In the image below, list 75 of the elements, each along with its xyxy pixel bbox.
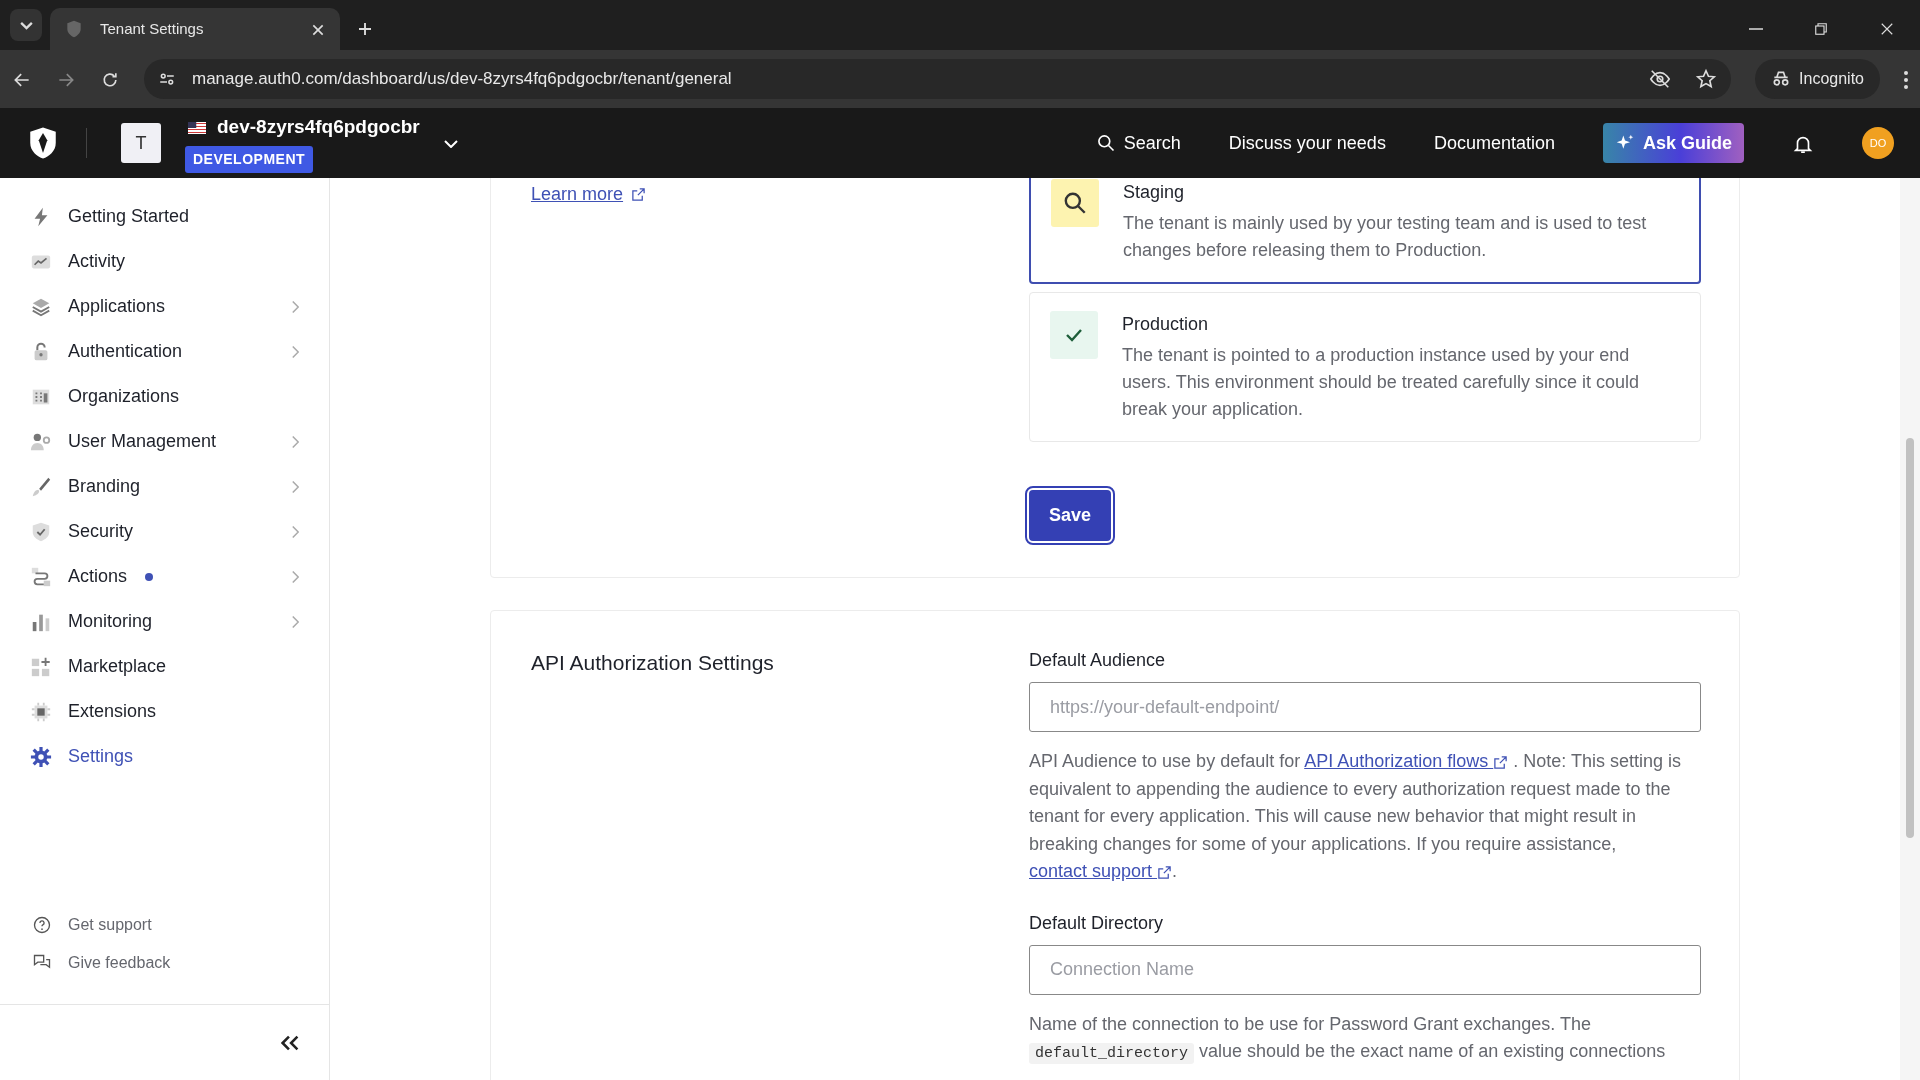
field-label: Default Directory: [1029, 911, 1165, 935]
shield-check-icon: [30, 520, 52, 543]
question-circle-icon: [32, 915, 52, 935]
paintbrush-icon: [30, 475, 52, 498]
sidebar-item[interactable]: Authentication: [0, 329, 329, 374]
search-icon: [1095, 133, 1116, 153]
chip-icon: [30, 700, 52, 723]
double-chevron-left-icon: [281, 1034, 299, 1051]
chevron-right-icon: [292, 299, 299, 314]
environment-option[interactable]: Staging The tenant is mainly used by your testing team and is used to test changes before releasing them to Production.: [1029, 178, 1701, 284]
ask-guide-button[interactable]: Ask Guide: [1602, 123, 1744, 163]
new-indicator-dot: [145, 572, 154, 581]
external-link-icon: [1157, 864, 1173, 880]
field-label: Default Audience: [1029, 649, 1167, 672]
search-icon: [1062, 190, 1088, 216]
sidebar-item[interactable]: Settings: [0, 734, 329, 779]
grid-plus-icon: [30, 655, 52, 678]
header-link[interactable]: Discuss your needs: [1228, 129, 1386, 157]
sidebar-item[interactable]: Monitoring: [0, 599, 329, 644]
help-link[interactable]: API Authorization flows: [1304, 751, 1509, 771]
sidebar-item[interactable]: Actions: [0, 554, 329, 599]
tab-list-button[interactable]: [10, 9, 42, 41]
sidebar-footer-link[interactable]: Give feedback: [0, 944, 329, 982]
external-link-icon: [631, 187, 647, 202]
incognito-indicator[interactable]: Incognito: [1755, 59, 1880, 99]
minimize-icon: [1748, 27, 1764, 30]
browser-tab[interactable]: Tenant Settings: [50, 8, 340, 50]
eye-slash-icon: [1649, 68, 1672, 90]
sidebar-item[interactable]: Security: [0, 509, 329, 554]
scrollbar[interactable]: [1900, 178, 1920, 1080]
tab-title: Tenant Settings: [100, 18, 205, 39]
sidebar-item[interactable]: Organizations: [0, 374, 329, 419]
sidebar-item[interactable]: Marketplace: [0, 644, 329, 689]
environment-tag: DEVELOPMENT: [185, 145, 314, 173]
star-icon[interactable]: [1695, 68, 1718, 90]
help-link[interactable]: contact support: [1029, 861, 1173, 881]
search-button[interactable]: Search: [1095, 129, 1181, 157]
gear-icon: [30, 745, 52, 768]
tenant-name: dev-8zyrs4fq6pdgocbr: [217, 115, 420, 140]
option-description: The tenant is pointed to a production instance used by your end users. This environment should be treated carefully since it could break your application.: [1122, 344, 1640, 421]
chevron-right-icon: [292, 434, 299, 449]
sidebar-item[interactable]: Activity: [0, 239, 329, 284]
help-text: Name of the connection to be use for Password Grant exchanges. The default_directory value should be the exact name of an existing connections: [1029, 1012, 1667, 1066]
sidebar-item[interactable]: Extensions: [0, 689, 329, 734]
sidebar-item[interactable]: Getting Started: [0, 194, 329, 239]
site-settings-icon: [158, 70, 176, 88]
url-text: manage.auth0.com/dashboard/us/dev-8zyrs4fq6pdgocbr/tenant/general: [192, 68, 733, 91]
chevron-down-icon: [19, 20, 33, 30]
option-description: The tenant is mainly used by your testing team and is used to test changes before releasing them to Production.: [1123, 212, 1648, 262]
text-input-field[interactable]: https://your-default-endpoint/: [1029, 682, 1701, 732]
option-title: Staging: [1123, 181, 1186, 204]
section-title: API Authorization Settings: [531, 650, 775, 676]
chevron-right-icon: [292, 479, 299, 494]
learn-more-link[interactable]: Learn more: [531, 181, 647, 208]
sidebar-footer-link[interactable]: Get support: [0, 906, 329, 944]
address-bar[interactable]: manage.auth0.com/dashboard/us/dev-8zyrs4fq6pdgocbr/tenant/general: [144, 59, 1732, 99]
header-link[interactable]: Documentation: [1433, 129, 1555, 157]
chevron-right-icon: [292, 569, 299, 584]
help-text: API Audience to use by default for API Authorization flows . Note: This setting is equivalent to appending the audience to every authorization request made to the tenant for every application. This will cause new behavior that might result in breaking changes for some of your applications. If you require assistance, contact support .: [1029, 750, 1683, 883]
text-input-field[interactable]: Connection Name: [1029, 944, 1701, 995]
sidebar-item[interactable]: Branding: [0, 464, 329, 509]
sidebar-item[interactable]: User Management: [0, 419, 329, 464]
flow-icon: [30, 565, 52, 588]
chevron-right-icon: [292, 344, 299, 359]
sidebar-item[interactable]: Applications: [0, 284, 329, 329]
environment-option[interactable]: Production The tenant is pointed to a production instance used by your end users. This environment should be treated carefully since it could break your application.: [1029, 292, 1701, 442]
option-title: Production: [1122, 313, 1210, 336]
code-snippet: default_directory: [1029, 1043, 1195, 1064]
chevron-right-icon: [292, 524, 299, 539]
shield-icon: [64, 19, 84, 39]
external-link-icon: [1493, 754, 1509, 770]
chevron-right-icon: [292, 614, 299, 629]
chevron-down-icon: [443, 139, 458, 148]
kebab-menu-icon: [1904, 70, 1908, 89]
tenant-avatar: T: [121, 123, 161, 163]
